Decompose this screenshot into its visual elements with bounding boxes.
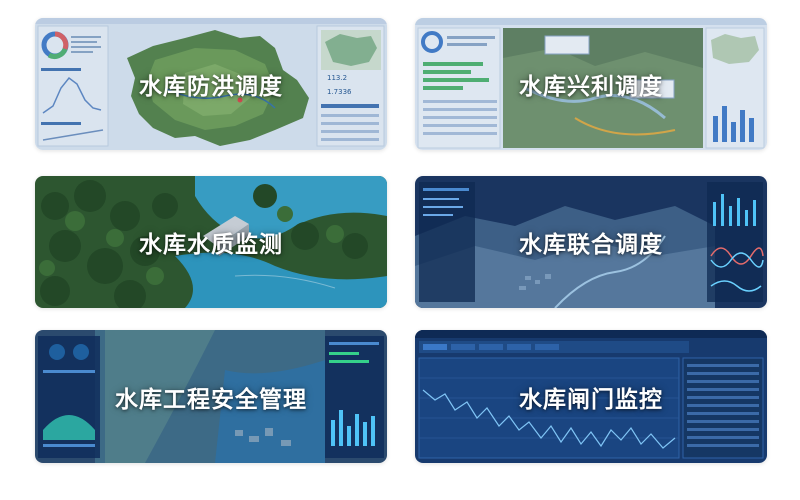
module-title: 水库兴利调度 <box>519 74 663 100</box>
module-card-joint-dispatch[interactable]: 水库联合调度 <box>415 176 767 308</box>
module-title: 水库水质监测 <box>139 232 283 258</box>
module-card-gate-monitoring[interactable]: 水库闸门监控 <box>415 330 767 463</box>
module-title: 水库联合调度 <box>519 232 663 258</box>
module-title: 水库防洪调度 <box>139 74 283 100</box>
module-card-flood-dispatch[interactable]: 113.2 1.7336 水库防洪调度 <box>35 18 387 150</box>
module-title: 水库工程安全管理 <box>115 386 307 413</box>
module-card-water-quality[interactable]: 水库水质监测 <box>35 176 387 308</box>
module-card-benefit-dispatch[interactable]: 水库兴利调度 <box>415 18 767 150</box>
module-card-engineering-safety[interactable]: 水库工程安全管理 <box>35 330 387 463</box>
module-title: 水库闸门监控 <box>519 386 663 413</box>
